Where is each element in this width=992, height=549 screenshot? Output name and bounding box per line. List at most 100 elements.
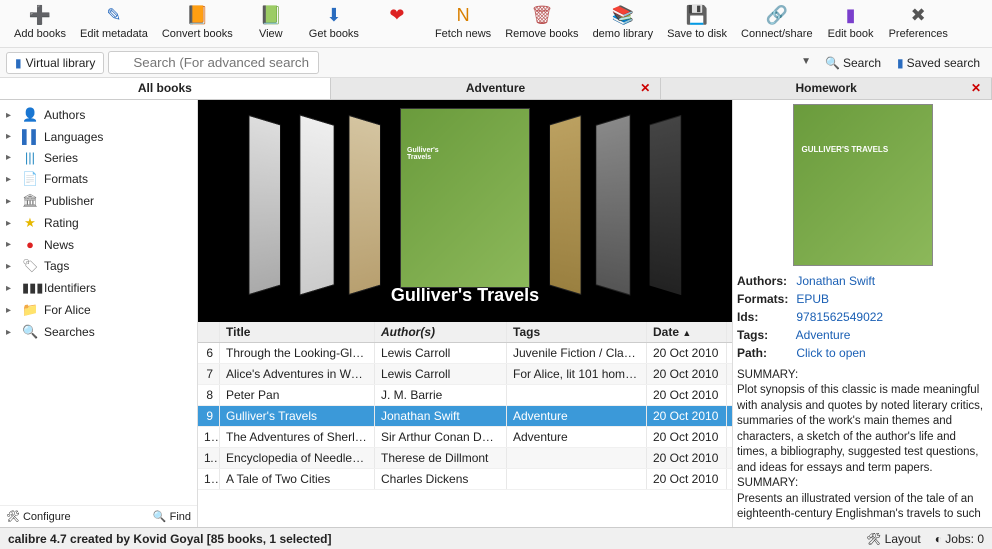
toolbar-convert-books[interactable]: 📙Convert books [156,2,239,42]
sidebar-item-languages[interactable]: ▸▌▌Languages [0,126,197,147]
toolbar-donate[interactable]: ❤ [367,2,427,30]
book-list: Title Author(s) Tags Date ▲ 6Through the… [198,322,732,527]
search-btn-label: Search [843,56,881,70]
sidebar-item-label: For Alice [44,303,91,317]
toolbar-add-books[interactable]: ➕Add books [8,2,72,42]
toolbar-view[interactable]: 📗View [241,2,301,42]
close-icon[interactable]: ✕ [640,81,650,95]
spinner-icon: ◐ [935,532,942,546]
category-icon: 📄 [22,171,38,187]
col-authors[interactable]: Author(s) [375,322,507,342]
tab-homework[interactable]: Homework ✕ [661,78,992,99]
path-link[interactable]: Click to open [796,346,865,360]
category-icon: ▌▌ [22,129,38,144]
col-tags[interactable]: Tags [507,322,647,342]
toolbar-connect/share[interactable]: 🔗Connect/share [735,2,819,42]
cell-num: 12 [198,469,220,489]
configure-button[interactable]: 🛠 Configure [6,510,71,523]
search-button[interactable]: 🔍 Search [819,53,887,73]
summary-block: SUMMARY: Plot synopsis of this classic i… [737,368,988,523]
jobs-button[interactable]: ◐ Jobs: 0 [935,532,984,546]
authors-label: Authors: [737,272,793,290]
cover-current[interactable] [400,108,530,288]
col-num[interactable] [198,322,220,342]
cell-tags [507,385,647,405]
sidebar-item-tags[interactable]: ▸🏷Tags [0,255,197,277]
tab-label: Adventure [466,81,525,95]
toolbar-label: Preferences [889,28,948,40]
table-row[interactable]: 12A Tale of Two CitiesCharles Dickens20 … [198,469,732,490]
toolbar-save-to-disk[interactable]: 💾Save to disk [661,2,733,42]
search-input[interactable] [108,51,319,74]
table-row[interactable]: 9Gulliver's TravelsJonathan SwiftAdventu… [198,406,732,427]
sidebar-item-label: Publisher [44,194,94,208]
find-button[interactable]: 🔍 Find [153,510,191,523]
formats-link[interactable]: EPUB [796,292,829,306]
sidebar-item-formats[interactable]: ▸📄Formats [0,168,197,190]
toolbar-label: Connect/share [741,28,813,40]
sidebar-item-for-alice[interactable]: ▸📁For Alice [0,299,197,321]
saved-search-button[interactable]: ▮ Saved search [891,53,986,73]
table-row[interactable]: 6Through the Looking-GlassLewis CarrollJ… [198,343,732,364]
cover-thumb[interactable] [550,115,582,295]
tags-label: Tags: [737,326,793,344]
toolbar-remove-books[interactable]: 🗑Remove books [499,2,584,42]
sidebar-item-series[interactable]: ▸|||Series [0,147,197,168]
cell-author: Therese de Dillmont [375,448,507,468]
tab-adventure[interactable]: Adventure ✕ [331,78,662,99]
toolbar-icon: 📗 [260,4,282,26]
tab-all-books[interactable]: All books [0,78,331,99]
ids-link[interactable]: 9781562549022 [796,310,883,324]
coverflow[interactable]: Gulliver's Travels [198,100,732,322]
cover-thumb[interactable] [650,115,682,295]
layout-button[interactable]: 🛠 Layout [866,532,921,546]
tags-link[interactable]: Adventure [796,328,851,342]
category-icon: 👤 [22,107,38,123]
toolbar-label: demo library [593,28,654,40]
table-row[interactable]: 8Peter PanJ. M. Barrie20 Oct 2010 [198,385,732,406]
sidebar-item-rating[interactable]: ▸★Rating [0,212,197,234]
cell-title: The Adventures of Sherlock H… [220,427,375,447]
sidebar-item-news[interactable]: ▸●News [0,234,197,255]
sidebar-item-publisher[interactable]: ▸🏛Publisher [0,190,197,212]
toolbar-icon: ❤ [386,4,408,26]
sidebar-item-identifiers[interactable]: ▸▮▮▮Identifiers [0,277,197,299]
coverflow-title: Gulliver's Travels [198,285,732,306]
sort-asc-icon: ▲ [682,328,691,338]
close-icon[interactable]: ✕ [971,81,981,95]
sidebar-item-authors[interactable]: ▸👤Authors [0,104,197,126]
toolbar-preferences[interactable]: ✖Preferences [883,2,954,42]
cell-title: Gulliver's Travels [220,406,375,426]
table-row[interactable]: 7Alice's Adventures in Wonderl…Lewis Car… [198,364,732,385]
toolbar-edit-book[interactable]: ▮Edit book [821,2,881,42]
virtual-library-button[interactable]: ▮ Virtual library [6,52,104,74]
cell-tags: For Alice, lit 101 homework [507,364,647,384]
tag-browser: ▸👤Authors▸▌▌Languages▸|||Series▸📄Formats… [0,100,198,527]
tab-label: Homework [796,81,857,95]
table-row[interactable]: 11Encyclopedia of NeedleworkTherese de D… [198,448,732,469]
chevron-down-icon[interactable]: ▼ [801,56,811,67]
cell-tags: Adventure [507,427,647,447]
sidebar-item-searches[interactable]: ▸🔍Searches [0,321,197,343]
cover-thumb[interactable] [349,115,381,295]
toolbar-label: Save to disk [667,28,727,40]
detail-cover[interactable] [793,104,933,266]
toolbar-get-books[interactable]: ⬇Get books [303,2,365,42]
cell-author: Sir Arthur Conan Doyle [375,427,507,447]
toolbar-edit-metadata[interactable]: ✎Edit metadata [74,2,154,42]
toolbar-demo-library[interactable]: 📚demo library [587,2,660,42]
cover-thumb[interactable] [249,115,281,295]
wrench-icon: 🛠 [866,532,881,546]
authors-link[interactable]: Jonathan Swift [796,274,875,288]
toolbar-fetch-news[interactable]: NFetch news [429,2,497,42]
cover-thumb[interactable] [596,114,631,295]
col-title[interactable]: Title [220,322,375,342]
detail-metadata: Authors: Jonathan Swift Formats: EPUB Id… [737,272,988,362]
chevron-right-icon: ▸ [6,196,16,207]
toolbar-label: Get books [309,28,359,40]
table-row[interactable]: 10The Adventures of Sherlock H…Sir Arthu… [198,427,732,448]
cover-thumb[interactable] [300,114,335,295]
col-date[interactable]: Date ▲ [647,322,727,342]
category-icon: 📁 [22,302,38,318]
summary-text: Plot synopsis of this classic is made me… [737,383,988,476]
